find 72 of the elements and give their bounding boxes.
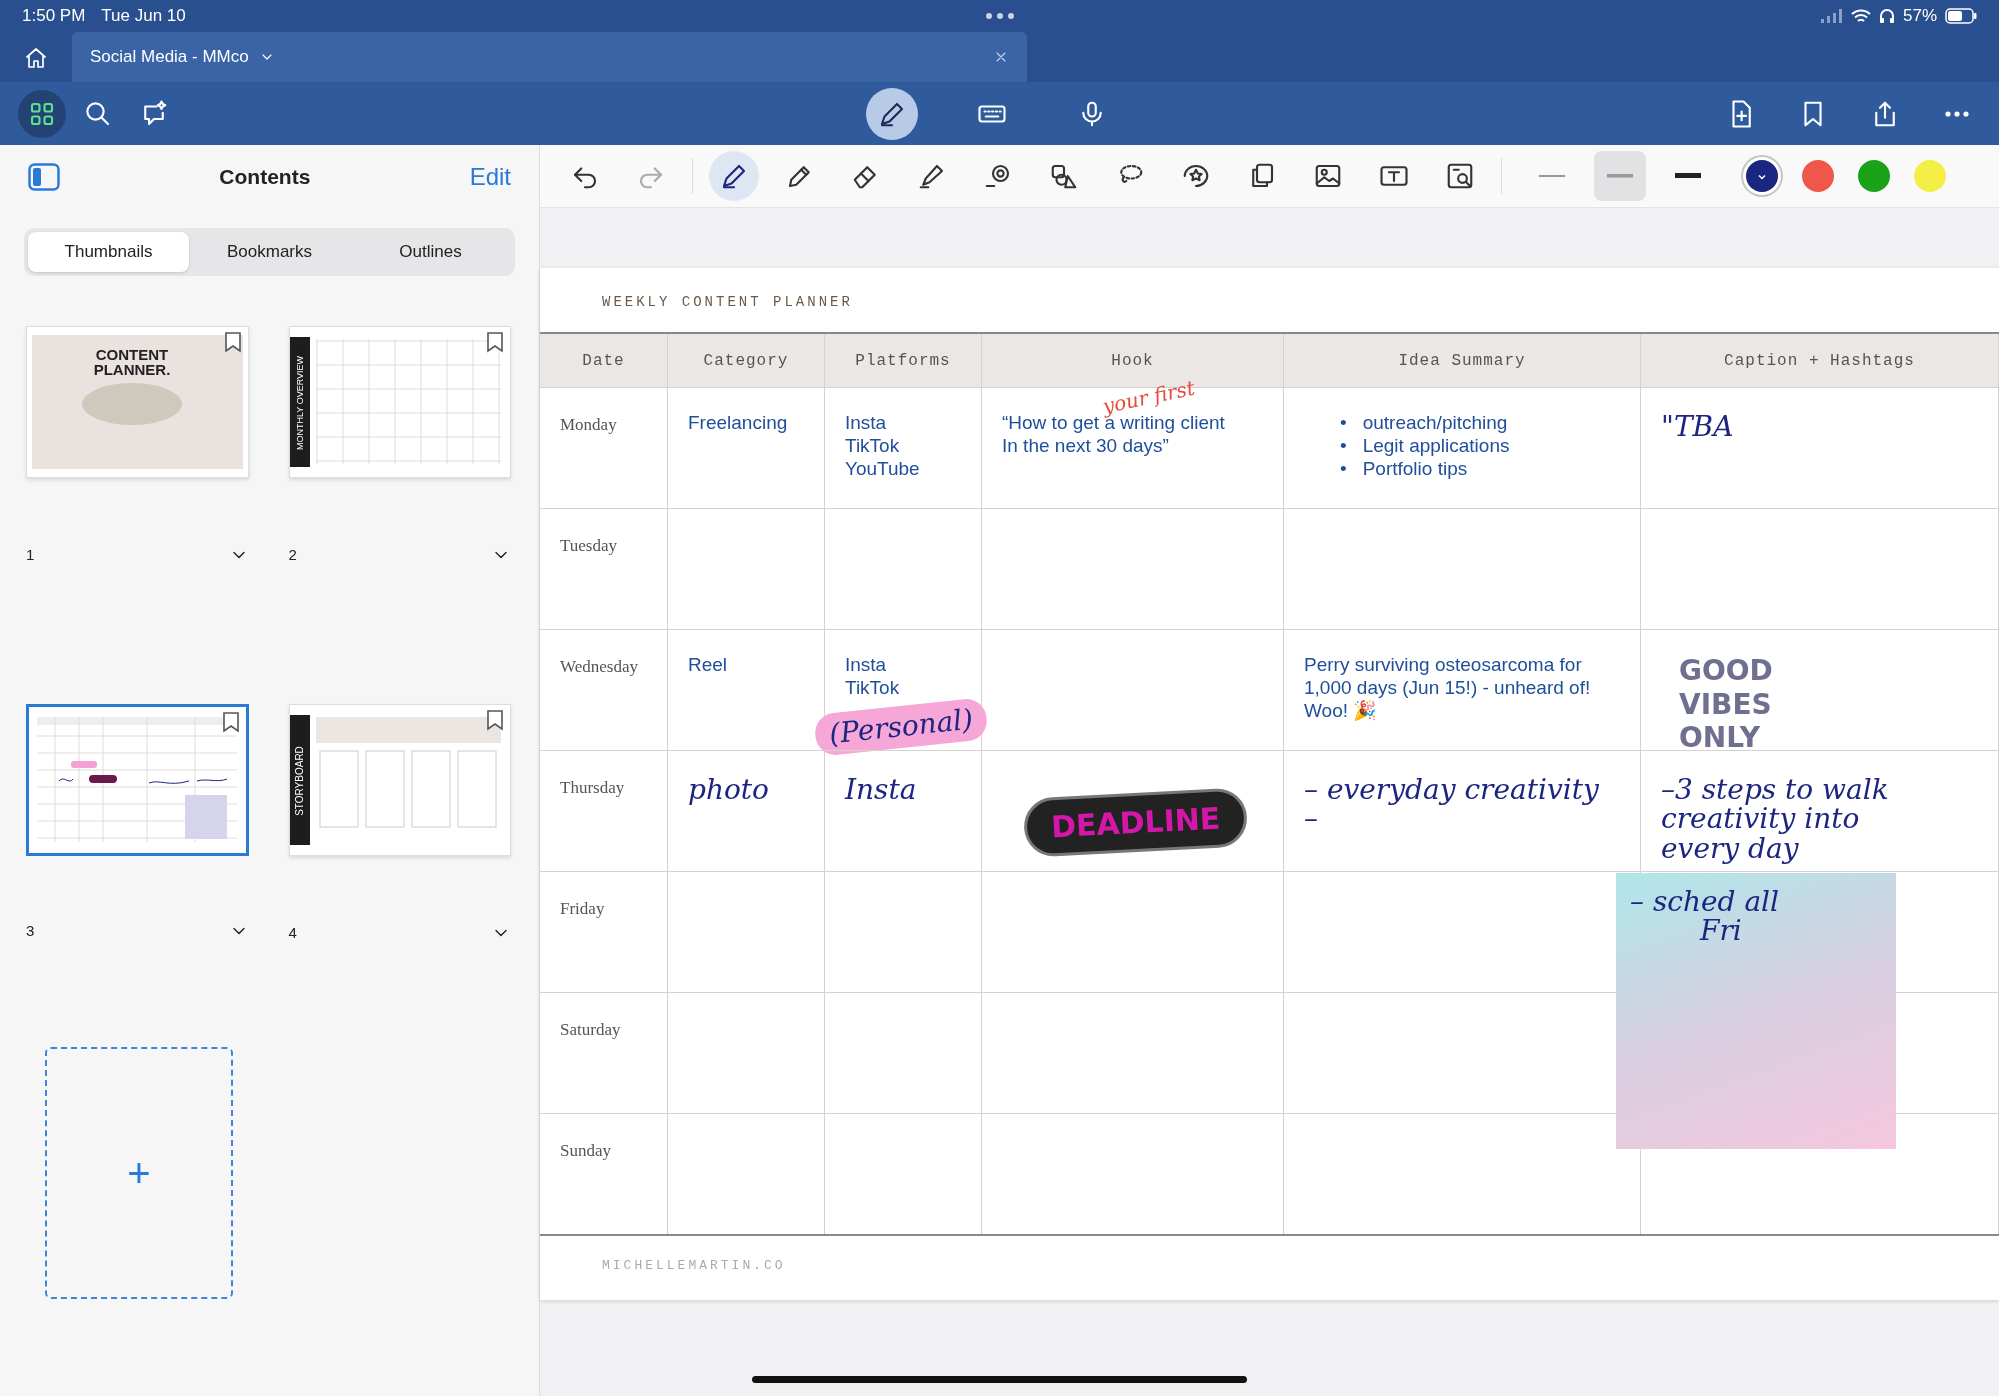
page-number: 1 xyxy=(26,545,35,565)
home-icon xyxy=(24,46,48,70)
segment-tab[interactable]: Thumbnails xyxy=(28,232,189,272)
status-date: Tue Jun 10 xyxy=(101,5,186,28)
bookmark-icon xyxy=(486,331,504,353)
add-page-button[interactable]: + xyxy=(45,1047,233,1299)
bookmark-icon xyxy=(221,711,240,733)
column-header: Caption + Hashtags xyxy=(1641,334,1999,387)
signal-icon xyxy=(1820,9,1843,23)
color-swatch[interactable] xyxy=(1802,160,1834,192)
typed-text: Insta TikTok YouTube xyxy=(845,412,921,481)
segment-tab[interactable]: Bookmarks xyxy=(189,232,350,272)
page-number: 4 xyxy=(288,923,297,943)
status-time: 1:50 PM xyxy=(22,5,86,28)
handwritten-text: – everyday creativity – xyxy=(1304,775,1600,834)
typed-text: Perry surviving osteosarcoma for 1,000 days (Jun 15!) - unheard of! Woo! 🎉 xyxy=(1304,654,1592,723)
bookmark-icon xyxy=(486,709,504,731)
day-label: Tuesday xyxy=(560,535,618,557)
tab-title: Social Media - MMco xyxy=(90,46,249,69)
wifi-icon xyxy=(1850,8,1871,24)
side-label: MONTHLY OVERVIEW xyxy=(294,356,305,450)
column-header: Platforms xyxy=(825,334,982,387)
battery-icon xyxy=(1945,8,1977,24)
more-icon xyxy=(1945,110,1969,117)
cover-title: CONTENT PLANNER. xyxy=(92,347,172,377)
column-header: Category xyxy=(668,334,825,387)
multitasking-dots-icon xyxy=(985,12,1015,20)
bullet-item: • Legit applications xyxy=(1340,434,1511,458)
battery-percent: 57% xyxy=(1902,5,1937,28)
sidebar-icon xyxy=(28,162,60,191)
color-swatch[interactable] xyxy=(1858,160,1890,192)
handwritten-text: – sched all Fri xyxy=(1630,887,1780,946)
page-thumbnail[interactable]: MONTHLY OVERVIEW xyxy=(288,326,511,478)
deadline-sticker: DEADLINE xyxy=(1022,787,1249,858)
handwritten-text: photo xyxy=(688,775,770,805)
lettering-text: GOOD VIBES ONLY xyxy=(1679,654,1774,755)
pen-mode-button[interactable] xyxy=(866,87,918,140)
day-label: Monday xyxy=(560,414,618,436)
page-number: 2 xyxy=(288,545,297,565)
pen-tool-button[interactable] xyxy=(709,151,759,201)
page-footer: MICHELLEMARTIN.CO xyxy=(540,1236,1999,1276)
bullet-item: • outreach/pitching xyxy=(1340,412,1509,435)
page-title: WEEKLY CONTENT PLANNER xyxy=(601,293,854,312)
highlighted-handwriting: (Personal) xyxy=(813,696,989,757)
day-label: Thursday xyxy=(560,777,626,799)
column-header: Date xyxy=(540,334,668,387)
page-thumbnail[interactable] xyxy=(26,704,249,856)
typed-text: Reel xyxy=(688,654,729,677)
typed-text: Freelancing xyxy=(688,412,789,435)
handwritten-text: Insta xyxy=(845,775,918,805)
bookmark-icon xyxy=(223,331,242,353)
day-label: Wednesday xyxy=(560,656,639,678)
day-label: Sunday xyxy=(560,1140,612,1162)
page-number: 3 xyxy=(26,921,35,941)
page-thumbnail[interactable]: STORYBOARD xyxy=(288,704,511,856)
color-swatch[interactable] xyxy=(1914,160,1946,192)
edit-link[interactable]: Edit xyxy=(469,158,511,195)
sidebar-title: Contents xyxy=(219,163,311,190)
segment-tab[interactable]: Outlines xyxy=(350,232,511,272)
column-header: Idea Summary xyxy=(1284,334,1641,387)
handwritten-text: –3 steps to walk creativity into every day xyxy=(1661,775,1890,864)
zoom-box-icon xyxy=(1445,161,1475,191)
side-label: STORYBOARD xyxy=(293,746,306,816)
bullet-item: • Portfolio tips xyxy=(1340,457,1469,481)
page-thumbnail[interactable]: CONTENT PLANNER. xyxy=(26,326,249,478)
headphones-icon xyxy=(1878,8,1895,24)
grid-button[interactable] xyxy=(18,89,66,138)
handwritten-text: "TBA xyxy=(1661,412,1735,442)
document-tab[interactable]: Social Media - MMco xyxy=(72,32,1027,82)
sidebar-toggle-button[interactable] xyxy=(28,162,60,191)
day-label: Friday xyxy=(560,898,606,920)
day-label: Saturday xyxy=(560,1019,622,1041)
